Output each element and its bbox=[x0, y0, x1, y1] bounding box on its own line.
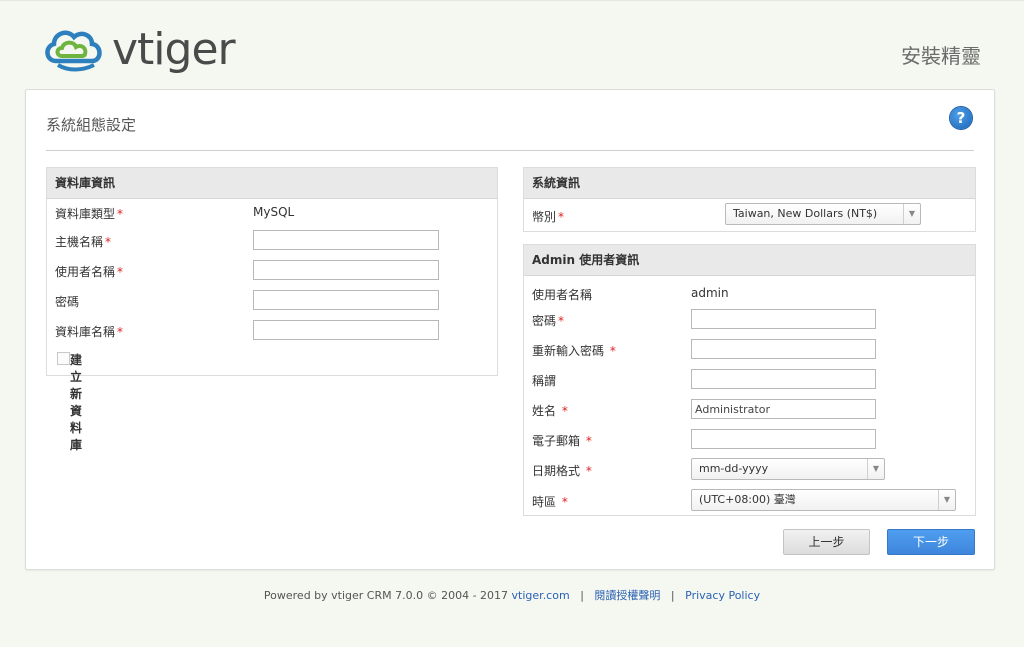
top-border bbox=[0, 0, 1024, 1]
vtiger-logo: vtiger bbox=[42, 22, 236, 78]
page-title: 系統組態設定 bbox=[46, 116, 137, 134]
lastname-input[interactable] bbox=[691, 399, 876, 419]
db-host-input[interactable] bbox=[253, 230, 439, 250]
firstname-label: 稱謂 bbox=[532, 374, 557, 388]
lastname-label: 姓名 * bbox=[532, 404, 568, 418]
retype-password-label: 重新輸入密碼 * bbox=[532, 344, 616, 358]
admin-panel-header: Admin 使用者資訊 bbox=[524, 245, 975, 276]
privacy-policy-link[interactable]: Privacy Policy bbox=[685, 589, 760, 602]
dateformat-label: 日期格式 * bbox=[532, 464, 592, 478]
retype-password-input[interactable] bbox=[691, 339, 876, 359]
database-info-panel: 資料庫資訊 資料庫類型 * MySQL 主機名稱 * 使用者名稱 * 密碼 資料庫名稱… bbox=[46, 167, 498, 452]
db-type-label: 資料庫類型 * bbox=[55, 207, 124, 221]
db-name-input[interactable] bbox=[253, 320, 439, 340]
footer-separator: | bbox=[580, 589, 584, 602]
chevron-down-icon[interactable]: ▼ bbox=[938, 490, 955, 510]
back-button[interactable]: 上一步 bbox=[783, 529, 870, 555]
wizard-title: 安裝精靈 bbox=[901, 44, 981, 68]
db-password-label: 密碼 bbox=[55, 295, 80, 309]
footer-separator: | bbox=[670, 589, 675, 602]
required-mark: * bbox=[117, 325, 124, 339]
vtiger-link[interactable]: vtiger.com bbox=[512, 589, 570, 602]
required-mark: * bbox=[609, 344, 616, 358]
required-mark: * bbox=[558, 210, 565, 224]
chevron-down-icon[interactable]: ▼ bbox=[903, 204, 920, 224]
db-password-input[interactable] bbox=[253, 290, 439, 310]
required-mark: * bbox=[585, 434, 592, 448]
required-mark: * bbox=[561, 404, 568, 418]
admin-user-panel: Admin 使用者資訊 使用者名稱 admin 密碼 * 重新輸入密碼 * 稱謂 … bbox=[523, 244, 976, 516]
logo-wordmark: vtiger bbox=[112, 24, 236, 75]
currency-label: 幣別 * bbox=[532, 210, 565, 224]
currency-value: Taiwan, New Dollars (NT$) bbox=[733, 207, 878, 220]
dateformat-select[interactable]: mm-dd-yyyy ▼ bbox=[691, 458, 885, 480]
checkbox-icon[interactable] bbox=[57, 352, 70, 365]
config-container: 系統組態設定 ? 資料庫資訊 資料庫類型 * MySQL 主機名稱 * 使用者名稱 *… bbox=[25, 89, 995, 570]
required-mark: * bbox=[558, 314, 565, 328]
system-panel-header: 系統資訊 bbox=[524, 168, 975, 199]
db-host-label: 主機名稱 * bbox=[55, 235, 112, 249]
admin-username-label: 使用者名稱 bbox=[532, 288, 593, 302]
chevron-down-icon[interactable]: ▼ bbox=[867, 459, 884, 479]
help-icon[interactable]: ? bbox=[950, 107, 972, 129]
db-type-value: MySQL bbox=[253, 205, 295, 219]
license-link[interactable]: 閱讀授權聲明 bbox=[594, 589, 660, 602]
db-user-label: 使用者名稱 * bbox=[55, 265, 124, 279]
dateformat-value: mm-dd-yyyy bbox=[699, 462, 769, 475]
required-mark: * bbox=[117, 265, 124, 279]
timezone-select[interactable]: (UTC+08:00) 臺灣 ▼ bbox=[691, 489, 956, 511]
timezone-value: (UTC+08:00) 臺灣 bbox=[699, 493, 796, 506]
db-name-label: 資料庫名稱 * bbox=[55, 325, 124, 339]
create-db-label[interactable]: 建立新資料庫 bbox=[70, 351, 82, 453]
required-mark: * bbox=[561, 495, 568, 509]
timezone-label: 時區 * bbox=[532, 495, 568, 509]
email-label: 電子郵箱 * bbox=[532, 434, 592, 448]
title-divider bbox=[46, 150, 974, 151]
required-mark: * bbox=[585, 464, 592, 478]
currency-select[interactable]: Taiwan, New Dollars (NT$) ▼ bbox=[725, 203, 921, 225]
admin-password-label: 密碼 * bbox=[532, 314, 565, 328]
vtiger-cloud-logo-icon bbox=[45, 30, 102, 72]
admin-password-input[interactable] bbox=[691, 309, 876, 329]
email-input[interactable] bbox=[691, 429, 876, 449]
powered-by-text: Powered by vtiger CRM 7.0.0 © 2004 - 201… bbox=[263, 589, 512, 602]
database-panel-header: 資料庫資訊 bbox=[47, 168, 497, 199]
required-mark: * bbox=[117, 207, 124, 221]
required-mark: * bbox=[105, 235, 112, 249]
admin-username-value: admin bbox=[691, 286, 729, 300]
footer: Powered by vtiger CRM 7.0.0 © 2004 - 201… bbox=[0, 587, 1024, 603]
next-button[interactable]: 下一步 bbox=[887, 529, 975, 555]
system-info-panel: 系統資訊 幣別 * Taiwan, New Dollars (NT$) ▼ bbox=[523, 167, 976, 232]
firstname-input[interactable] bbox=[691, 369, 876, 389]
db-username-input[interactable] bbox=[253, 260, 439, 280]
